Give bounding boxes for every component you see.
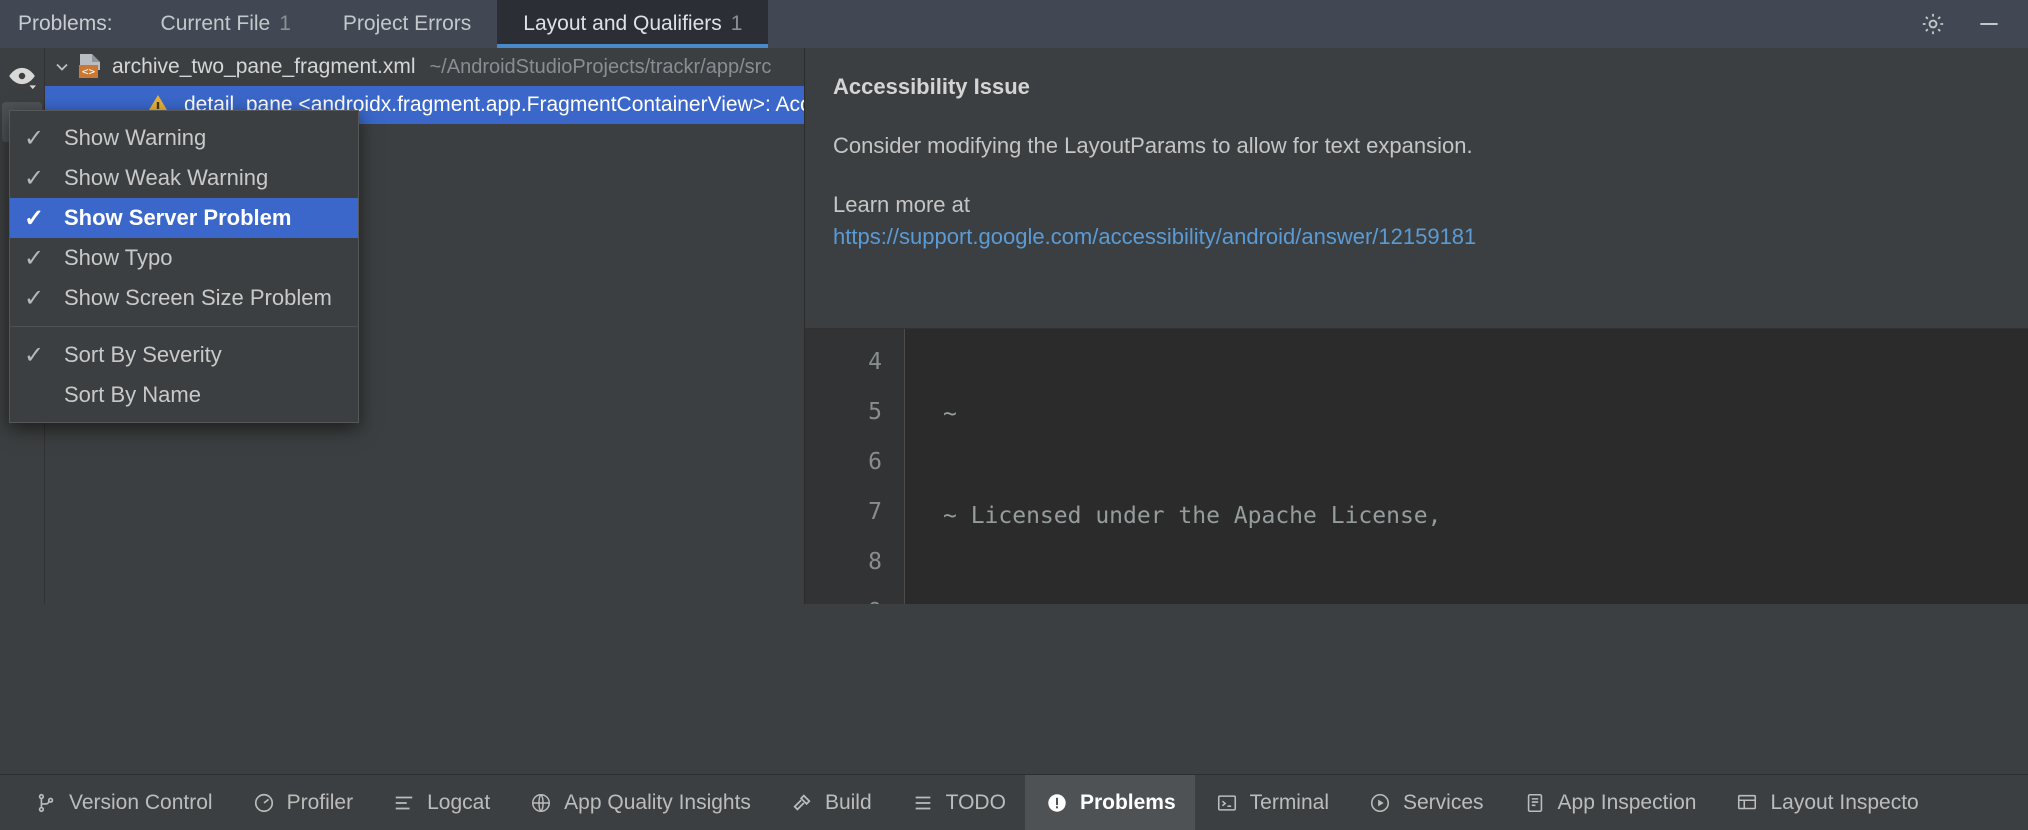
menu-item-label: Sort By Severity <box>64 342 222 368</box>
problem-details-panel: Accessibility Issue Consider modifying t… <box>805 48 2028 604</box>
code-preview[interactable]: 4 5 6 7 8 9 ~ ~ Licensed under the Apach… <box>805 328 2028 604</box>
code-line: ~ you may not use this file except in <box>943 593 2028 604</box>
minimize-icon[interactable] <box>1974 9 2004 39</box>
play-circle-icon <box>1367 790 1393 816</box>
preview-eye-icon[interactable] <box>2 56 42 96</box>
statusbar-item-terminal[interactable]: Terminal <box>1195 775 1348 830</box>
menu-item-show-typo[interactable]: ✓ Show Typo <box>10 238 358 278</box>
statusbar-label: Terminal <box>1250 791 1329 815</box>
tab-current-file-count: 1 <box>279 12 291 36</box>
menu-item-label: Sort By Name <box>64 382 201 408</box>
settings-gear-icon[interactable] <box>1918 9 1948 39</box>
menu-item-show-server-problem[interactable]: ✓ Show Server Problem <box>10 198 358 238</box>
statusbar-item-version-control[interactable]: Version Control <box>14 775 232 830</box>
statusbar-label: Services <box>1403 791 1484 815</box>
line-number: 7 <box>805 487 882 537</box>
statusbar-label: Layout Inspecto <box>1770 791 1918 815</box>
diamond-icon <box>528 790 554 816</box>
statusbar-label: Logcat <box>427 791 490 815</box>
problems-filter-menu[interactable]: ✓ Show Warning ✓ Show Weak Warning ✓ Sho… <box>9 110 359 423</box>
tab-bar-actions <box>1918 0 2028 48</box>
problem-details-content: Accessibility Issue Consider modifying t… <box>805 48 2028 328</box>
menu-item-label: Show Weak Warning <box>64 165 268 191</box>
statusbar-item-logcat[interactable]: Logcat <box>372 775 509 830</box>
problems-label: Problems: <box>0 0 135 48</box>
code-gutter: 4 5 6 7 8 9 <box>805 329 905 604</box>
details-title: Accessibility Issue <box>833 74 2000 100</box>
statusbar-label: Problems <box>1080 791 1176 815</box>
checkmark-icon: ✓ <box>24 124 64 153</box>
tree-file-name: archive_two_pane_fragment.xml <box>112 55 416 79</box>
bottom-tool-window-bar: Version Control Profiler Logcat <box>0 774 2028 830</box>
statusbar-item-profiler[interactable]: Profiler <box>232 775 373 830</box>
menu-item-show-screen-size-problem[interactable]: ✓ Show Screen Size Problem <box>10 278 358 318</box>
hammer-icon <box>789 790 815 816</box>
menu-item-sort-by-severity[interactable]: ✓ Sort By Severity <box>10 335 358 375</box>
statusbar-item-layout-inspector[interactable]: Layout Inspecto <box>1715 775 1937 830</box>
statusbar-item-problems[interactable]: Problems <box>1025 775 1195 830</box>
tab-layout-and-qualifiers[interactable]: Layout and Qualifiers 1 <box>497 0 768 48</box>
tab-current-file[interactable]: Current File 1 <box>135 0 317 48</box>
tree-row-file[interactable]: <> archive_two_pane_fragment.xml ~/Andro… <box>45 48 804 86</box>
tab-bar-spacer <box>768 0 1918 48</box>
inspection-icon <box>1522 790 1548 816</box>
statusbar-label: Build <box>825 791 872 815</box>
problems-tab-bar: Problems: Current File 1 Project Errors … <box>0 0 2028 48</box>
menu-item-label: Show Warning <box>64 125 206 151</box>
checkmark-icon: ✓ <box>24 164 64 193</box>
statusbar-label: Profiler <box>287 791 354 815</box>
menu-item-label: Show Typo <box>64 245 172 271</box>
statusbar-label: Version Control <box>69 791 213 815</box>
xml-file-icon: <> <box>77 53 103 81</box>
tab-layout-and-qualifiers-count: 1 <box>731 12 743 36</box>
checkmark-icon: ✓ <box>24 341 64 370</box>
line-number: 5 <box>805 387 882 437</box>
details-documentation-link[interactable]: https://support.google.com/accessibility… <box>833 224 1476 249</box>
terminal-icon <box>1214 790 1240 816</box>
statusbar-item-app-inspection[interactable]: App Inspection <box>1503 775 1716 830</box>
line-number: 4 <box>805 337 882 387</box>
tab-layout-and-qualifiers-label: Layout and Qualifiers <box>523 12 721 36</box>
tree-file-path: ~/AndroidStudioProjects/trackr/app/src <box>430 56 772 79</box>
menu-separator <box>10 326 358 327</box>
profiler-icon <box>251 790 277 816</box>
problems-tool-window: Problems: Current File 1 Project Errors … <box>0 0 2028 830</box>
list-icon <box>910 790 936 816</box>
statusbar-item-app-quality-insights[interactable]: App Quality Insights <box>509 775 770 830</box>
details-description: Consider modifying the LayoutParams to a… <box>833 130 2000 162</box>
line-number: 6 <box>805 437 882 487</box>
checkmark-icon: ✓ <box>24 284 64 313</box>
menu-item-sort-by-name[interactable]: Sort By Name <box>10 375 358 415</box>
branch-icon <box>33 790 59 816</box>
details-learn-more-label: Learn more at <box>833 192 2000 218</box>
code-lines: ~ ~ Licensed under the Apache License, ~… <box>905 329 2028 604</box>
line-number: 9 <box>805 587 882 604</box>
code-line: ~ <box>943 389 2028 439</box>
checkmark-icon: ✓ <box>24 204 64 233</box>
line-number: 8 <box>805 537 882 587</box>
menu-item-label: Show Screen Size Problem <box>64 285 332 311</box>
tab-current-file-label: Current File <box>161 12 271 36</box>
layout-icon <box>1734 790 1760 816</box>
statusbar-item-build[interactable]: Build <box>770 775 891 830</box>
svg-text:<>: <> <box>82 65 96 78</box>
tab-project-errors-label: Project Errors <box>343 12 471 36</box>
chevron-down-icon[interactable] <box>49 54 75 80</box>
menu-item-show-weak-warning[interactable]: ✓ Show Weak Warning <box>10 158 358 198</box>
error-circle-icon <box>1044 790 1070 816</box>
checkmark-icon: ✓ <box>24 244 64 273</box>
tab-project-errors[interactable]: Project Errors <box>317 0 497 48</box>
statusbar-label: App Quality Insights <box>564 791 751 815</box>
statusbar-label: TODO <box>946 791 1006 815</box>
statusbar-item-services[interactable]: Services <box>1348 775 1503 830</box>
menu-item-show-warning[interactable]: ✓ Show Warning <box>10 118 358 158</box>
code-line: ~ Licensed under the Apache License, <box>943 491 2028 541</box>
statusbar-item-todo[interactable]: TODO <box>891 775 1025 830</box>
menu-item-label: Show Server Problem <box>64 205 291 231</box>
logcat-icon <box>391 790 417 816</box>
statusbar-label: App Inspection <box>1558 791 1697 815</box>
